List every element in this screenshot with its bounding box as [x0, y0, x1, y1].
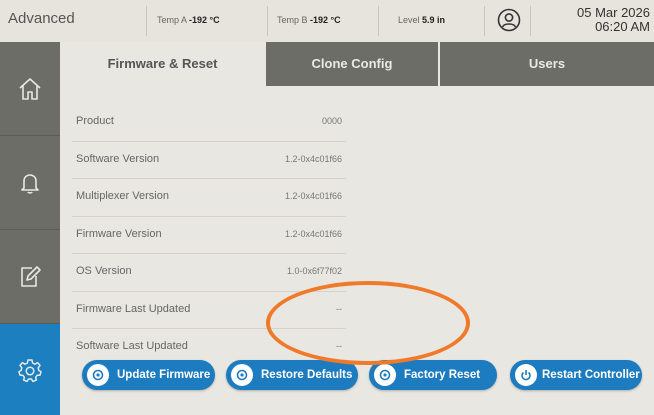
factory-reset-label: Factory Reset: [404, 369, 481, 381]
info-value: --: [336, 303, 342, 314]
temp-b-readout: Temp B -192 °C: [277, 15, 341, 25]
info-label: Firmware Version: [76, 227, 162, 240]
tab-bar: Firmware & Reset Clone Config Users: [60, 42, 654, 86]
divider: [378, 6, 379, 36]
info-row-multiplexer-version: Multiplexer Version 1.2-0x4c01f66: [72, 179, 346, 217]
edit-icon: [21, 265, 41, 287]
info-label: Product: [76, 115, 114, 127]
sidebar-item-home[interactable]: [0, 42, 60, 136]
info-value: 1.0-0x6f77f02: [286, 266, 342, 276]
info-value: --: [336, 341, 342, 351]
user-circle-icon[interactable]: [497, 8, 521, 32]
gear-icon: [18, 358, 42, 382]
sidebar-item-edit[interactable]: [0, 230, 60, 324]
info-row-software-version: Software Version 1.2-0x4c01f66: [72, 142, 346, 179]
info-row-firmware-version: Firmware Version 1.2-0x4c01f66: [72, 217, 346, 254]
info-label: Software Version: [76, 152, 160, 165]
temp-a-readout: Temp A -192 °C: [157, 15, 220, 25]
date-time: 05 Mar 2026 06:20 AM: [540, 6, 650, 34]
main-panel: Firmware & Reset Clone Config Users Prod…: [60, 42, 654, 415]
info-label: Multiplexer Version: [76, 190, 169, 202]
divider: [484, 6, 485, 36]
temp-b-value: -192 °C: [310, 15, 341, 25]
update-icon: [87, 364, 109, 386]
level-readout: Level 5.9 in: [398, 15, 445, 25]
date: 05 Mar 2026: [577, 5, 650, 20]
temp-b-label: Temp B: [277, 15, 308, 25]
top-status-bar: Advanced Temp A -192 °C Temp B -192 °C L…: [0, 0, 654, 43]
info-value: 1.2-0x4c01f66: [284, 228, 342, 239]
bell-icon: [21, 173, 39, 194]
info-row-product: Product 0000: [72, 104, 346, 142]
info-label: Firmware Last Updated: [76, 302, 191, 315]
update-firmware-label: Update Firmware: [117, 369, 211, 381]
temp-a-label: Temp A: [157, 15, 187, 25]
tab-firmware-reset[interactable]: Firmware & Reset: [60, 42, 265, 86]
info-table: Product 0000 Software Version 1.2-0x4c01…: [72, 104, 346, 366]
temp-a-value: -192 °C: [189, 15, 220, 25]
factory-reset-button[interactable]: Factory Reset: [369, 360, 497, 390]
update-firmware-button[interactable]: Update Firmware: [82, 360, 215, 390]
level-value: 5.9 in: [422, 15, 446, 25]
level-label: Level: [398, 15, 420, 25]
restore-icon: [231, 364, 253, 386]
sidebar: [0, 42, 60, 415]
sidebar-item-settings[interactable]: [0, 324, 60, 415]
power-icon: [515, 364, 537, 386]
tab-users[interactable]: Users: [440, 42, 654, 86]
home-icon: [19, 77, 41, 100]
info-row-firmware-last-updated: Firmware Last Updated --: [72, 292, 346, 329]
info-value: 1.2-0x4c01f66: [284, 191, 342, 201]
time: 06:20 AM: [595, 19, 650, 34]
info-label: Software Last Updated: [76, 340, 188, 352]
restore-defaults-label: Restore Defaults: [261, 369, 353, 381]
restart-controller-label: Restart Controller: [542, 369, 640, 381]
divider: [530, 6, 531, 36]
factory-reset-icon: [374, 364, 396, 386]
restore-defaults-button[interactable]: Restore Defaults: [226, 360, 358, 390]
page-title: Advanced: [8, 10, 75, 27]
tab-clone-config[interactable]: Clone Config: [266, 42, 438, 86]
info-label: OS Version: [76, 265, 132, 277]
divider: [146, 6, 147, 36]
sidebar-item-alerts[interactable]: [0, 136, 60, 230]
info-value: 1.2-0x4c01f66: [284, 153, 342, 164]
restart-controller-button[interactable]: Restart Controller: [510, 360, 642, 390]
divider: [267, 6, 268, 36]
info-value: 0000: [321, 116, 342, 126]
info-row-os-version: OS Version 1.0-0x6f77f02: [72, 254, 346, 292]
